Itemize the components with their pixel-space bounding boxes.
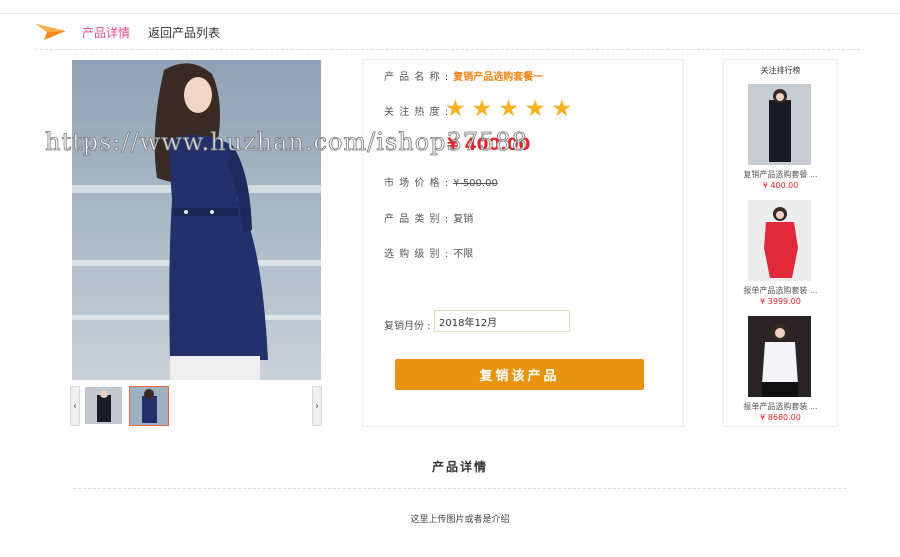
ranking-item-name[interactable]: 复销产品选购套餐 ... [724,169,837,180]
market-price-value: ¥ 500.00 [453,178,498,189]
product-price: ¥ 400.00 [447,135,531,155]
star-icon: ★ [471,96,493,122]
market-price-row: 市 场 价 格 : ¥ 500.00 [384,174,498,189]
rating-stars: ★ ★ ★ ★ ★ [445,97,578,121]
detail-divider [73,488,846,489]
month-input[interactable] [434,310,570,332]
ranking-item-price: ¥ 8680.00 [760,413,801,422]
star-icon: ★ [498,96,519,122]
ranking-item-name[interactable]: 报单产品选购套装 ... [724,285,837,296]
product-info-panel: 产 品 名 称 : 复销产品选购套餐一 关 注 热 度 : ★ ★ ★ ★ ★ … [362,59,684,427]
ranking-item-price: ¥ 400.00 [762,181,799,190]
paper-plane-logo-icon [36,24,66,40]
star-icon: ★ [551,96,573,122]
star-icon: ★ [524,96,546,122]
ranking-panel: 关注排行榜 复销产品选购套餐 ... ¥ 400.00 报单产品选购套装 ...… [723,59,838,427]
star-icon: ★ [445,96,466,122]
ranking-title: 关注排行榜 [760,66,801,75]
market-price-label: 市 场 价 格 : [384,178,450,189]
month-label: 复销月份 : [384,321,431,332]
ranking-item-image[interactable] [748,200,811,281]
detail-description: 这里上传图片或者是介绍 [410,515,510,525]
product-name-value: 复销产品选购套餐一 [453,72,544,83]
detail-section-title: 产品详情 [431,460,488,474]
thumbnail-1[interactable] [85,387,122,424]
top-nav: 产品详情 返回产品列表 [36,22,220,42]
nav-divider [35,49,860,50]
thumbnail-next-button[interactable]: › [312,386,322,426]
hot-label: 关 注 热 度 : [384,107,450,118]
ranking-item-image[interactable] [748,84,811,165]
nav-product-detail[interactable]: 产品详情 [82,24,130,41]
chevron-right-icon: › [315,400,319,412]
ranking-item-name[interactable]: 报单产品选购套装 ... [724,401,837,412]
chevron-left-icon: ‹ [73,400,77,412]
product-name-label: 产 品 名 称 : [384,72,450,83]
thumbnail-2-selected[interactable] [129,386,169,426]
category-row: 产 品 类 别 : 复销 [384,210,473,225]
product-name-row: 产 品 名 称 : 复销产品选购套餐一 [384,68,543,83]
category-value: 复销 [453,214,474,225]
level-label: 选 购 级 别 : [384,249,450,260]
top-divider [0,13,900,14]
ranking-item-image[interactable] [748,316,811,397]
thumbnail-strip: ‹ › [70,386,322,426]
category-label: 产 品 类 别 : [384,214,450,225]
level-value: 不限 [453,249,474,260]
thumbnail-prev-button[interactable]: ‹ [70,386,80,426]
nav-back-to-list-link[interactable]: 返回产品列表 [148,24,220,41]
level-row: 选 购 级 别 : 不限 [384,245,473,260]
product-main-image [72,60,321,380]
rebuy-product-button[interactable]: 复销该产品 [395,359,644,390]
ranking-item-price: ¥ 3999.00 [760,297,801,306]
